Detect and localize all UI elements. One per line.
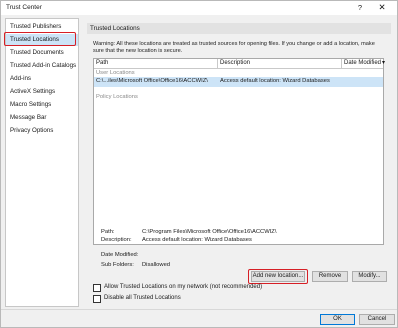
footer-divider [1,309,397,310]
remove-label: Remove [318,273,342,279]
row-description: Access default location: Wizard Database… [220,78,330,84]
sidebar-item-macro-settings[interactable]: Macro Settings [6,99,78,111]
security-warning-text: Warning: All these locations are treated… [93,41,375,54]
remove-button[interactable]: Remove [312,271,348,282]
section-header: Trusted Locations [87,23,391,34]
column-header-path[interactable]: Path [94,59,218,69]
modify-label: Modify... [358,273,381,279]
column-header-description[interactable]: Description [218,59,342,69]
sidebar-item-message-bar[interactable]: Message Bar [6,112,78,124]
ok-label: OK [333,316,342,322]
trusted-locations-panel: Trusted Locations Warning: All these loc… [87,23,393,308]
column-date-label: Date Modified [344,60,382,66]
disable-all-checkbox[interactable] [93,295,101,303]
row-path: C:\...iles\Microsoft Office\Office16\ACC… [96,78,208,84]
sidebar-item-activex-settings[interactable]: ActiveX Settings [6,86,78,98]
highlight-box-add-new-location [248,269,308,284]
allow-network-label[interactable]: Allow Trusted Locations on my network (n… [104,284,262,290]
description-value: Access default location: Wizard Database… [142,237,252,243]
path-label: Path: [101,229,115,235]
column-header-date-modified[interactable]: Date Modified▾ [342,59,386,69]
column-path-label: Path [96,60,109,66]
disable-all-label[interactable]: Disable all Trusted Locations [104,295,181,301]
table-row[interactable]: C:\...iles\Microsoft Office\Office16\ACC… [94,77,383,87]
cancel-label: Cancel [367,316,387,322]
trust-center-dialog: Trust Center ? ✕ Trusted Publishers Trus… [0,0,398,328]
trusted-locations-list[interactable]: Path Description Date Modified▾ User Loc… [93,58,386,245]
allow-network-checkbox[interactable] [93,284,101,292]
close-icon[interactable]: ✕ [375,2,389,13]
group-label-user-locations: User Locations [96,70,135,76]
sidebar-item-privacy-options[interactable]: Privacy Options [6,125,78,137]
ok-button[interactable]: OK [320,314,355,325]
category-sidebar: Trusted Publishers Trusted Locations Tru… [5,18,79,307]
sort-arrow-icon: ▾ [382,60,386,66]
description-label: Description: [101,237,132,243]
path-value: C:\Program Files\Microsoft Office\Office… [142,229,277,235]
modify-button[interactable]: Modify... [352,271,387,282]
group-label-policy-locations: Policy Locations [96,94,138,100]
window-title: Trust Center [6,4,42,11]
help-icon[interactable]: ? [354,3,366,13]
sub-folders-value: Disallowed [142,262,171,268]
date-modified-label: Date Modified: [101,252,139,258]
highlight-box-trusted-locations [4,32,76,46]
sidebar-item-trusted-documents[interactable]: Trusted Documents [6,47,78,59]
cancel-button[interactable]: Cancel [359,314,395,325]
sidebar-item-trusted-add-in-catalogs[interactable]: Trusted Add-in Catalogs [6,60,78,72]
sub-folders-label: Sub Folders: [101,262,134,268]
sidebar-item-add-ins[interactable]: Add-ins [6,73,78,85]
column-description-label: Description [220,60,251,66]
title-bar: Trust Center ? ✕ [1,1,397,15]
